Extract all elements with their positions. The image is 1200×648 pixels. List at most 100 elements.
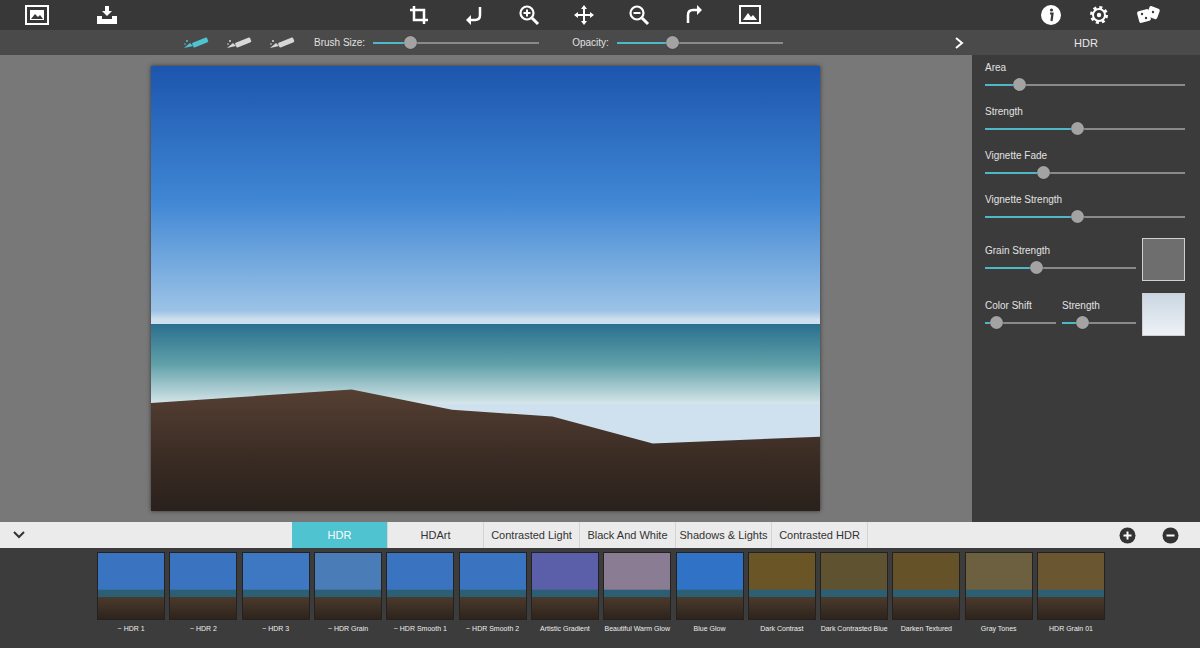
preset-label: Gray Tones — [964, 625, 1034, 633]
slider-control: Area — [985, 62, 1185, 92]
preset-tab-bar: HDRHDArtContrasted LightBlack And WhiteS… — [0, 522, 1200, 548]
preset-preview — [892, 552, 960, 620]
preset-preview — [531, 552, 599, 620]
control-slider[interactable] — [1062, 316, 1136, 330]
preset-tab[interactable]: Contrasted Light — [484, 522, 580, 548]
preset-label: ~ HDR 3 — [241, 625, 311, 633]
preset-label: ~ HDR Grain — [313, 625, 383, 633]
adjustments-panel: Area Strength Vignette Fade Vignette Streng… — [972, 55, 1200, 522]
preset-preview — [1037, 552, 1105, 620]
control-slider[interactable] — [985, 78, 1185, 92]
preset-preview — [603, 552, 671, 620]
preset-tab[interactable]: HDR — [292, 522, 388, 548]
preset-thumbnail[interactable]: Dark Contrasted Blue — [818, 552, 890, 648]
panel-title: HDR — [972, 30, 1200, 55]
pair-control: Color Shift Strength — [985, 293, 1185, 336]
preset-thumbnail[interactable]: Artistic Gradient — [529, 552, 601, 648]
add-preset-icon[interactable] — [1119, 527, 1136, 544]
preset-thumbnail[interactable]: Dark Contrast — [746, 552, 818, 648]
preset-tab[interactable]: Contrasted HDR — [772, 522, 868, 548]
control-label: Strength — [1062, 300, 1136, 312]
preset-preview — [97, 552, 165, 620]
remove-preset-icon[interactable] — [1162, 527, 1179, 544]
settings-gear-icon[interactable] — [1088, 4, 1110, 26]
info-icon[interactable] — [1040, 4, 1062, 26]
control-label: Grain Strength — [985, 245, 1136, 257]
control-label: Color Shift — [985, 300, 1056, 312]
control-slider[interactable] — [985, 316, 1056, 330]
preset-strip: ~ HDR 1~ HDR 2~ HDR 3~ HDR Grain~ HDR Sm… — [0, 548, 1200, 648]
preset-thumbnail[interactable]: HDR Grain 01 — [1035, 552, 1107, 648]
preset-preview — [820, 552, 888, 620]
slider-control: Vignette Strength — [985, 194, 1185, 224]
preset-thumbnail[interactable]: Gray Tones — [963, 552, 1035, 648]
preset-preview — [676, 552, 744, 620]
preset-thumbnail[interactable]: ~ HDR Smooth 2 — [456, 552, 528, 648]
preset-thumbnail[interactable]: Darken Textured — [890, 552, 962, 648]
open-image-icon[interactable] — [24, 4, 50, 26]
preset-label: Blue Glow — [675, 625, 745, 633]
move-icon[interactable] — [573, 4, 595, 26]
preset-tab[interactable]: Shadows & Lights — [676, 522, 772, 548]
preset-preview — [314, 552, 382, 620]
preset-label: ~ HDR 2 — [168, 625, 238, 633]
preset-tab[interactable]: HDArt — [388, 522, 484, 548]
save-icon[interactable] — [94, 4, 120, 26]
preset-thumbnail[interactable]: Beautiful Warm Glow — [601, 552, 673, 648]
preset-label: Beautiful Warm Glow — [602, 625, 672, 633]
top-toolbar — [0, 0, 1200, 30]
preset-label: ~ HDR 1 — [96, 625, 166, 633]
preset-tab[interactable]: Black And White — [580, 522, 676, 548]
preset-label: Artistic Gradient — [530, 625, 600, 633]
canvas-area — [0, 55, 972, 522]
collapse-presets-icon[interactable] — [12, 530, 26, 540]
preset-label: HDR Grain 01 — [1036, 625, 1106, 633]
preset-thumbnail[interactable]: ~ HDR 1 — [95, 552, 167, 648]
slider-control: Strength — [985, 106, 1185, 136]
compare-image-icon[interactable] — [738, 4, 762, 26]
random-dice-icon[interactable] — [1136, 4, 1162, 26]
preset-thumbnail[interactable]: ~ HDR Smooth 1 — [384, 552, 456, 648]
control-slider[interactable] — [985, 261, 1136, 275]
photo[interactable] — [151, 66, 820, 511]
control-label: Area — [985, 62, 1185, 74]
swatch-control: Grain Strength — [985, 238, 1185, 281]
redo-icon[interactable] — [683, 4, 705, 26]
brush-icon[interactable] — [225, 36, 255, 50]
opacity-slider[interactable] — [617, 36, 783, 50]
brush-icon[interactable] — [268, 36, 298, 50]
preset-preview — [169, 552, 237, 620]
color-swatch[interactable] — [1142, 238, 1185, 281]
preset-label: Darken Textured — [891, 625, 961, 633]
preset-thumbnail[interactable]: ~ HDR 2 — [167, 552, 239, 648]
preset-preview — [242, 552, 310, 620]
control-label: Vignette Fade — [985, 150, 1185, 162]
preset-preview — [459, 552, 527, 620]
preset-label: ~ HDR Smooth 2 — [458, 625, 528, 633]
undo-icon[interactable] — [463, 4, 485, 26]
brush-size-label: Brush Size: — [314, 37, 365, 48]
opacity-label: Opacity: — [572, 37, 609, 48]
preset-label: Dark Contrast — [747, 625, 817, 633]
preset-preview — [386, 552, 454, 620]
zoom-in-icon[interactable] — [518, 4, 540, 26]
slider-control: Vignette Fade — [985, 150, 1185, 180]
preset-label: ~ HDR Smooth 1 — [385, 625, 455, 633]
control-label: Vignette Strength — [985, 194, 1185, 206]
control-slider[interactable] — [985, 210, 1185, 224]
preset-preview — [748, 552, 816, 620]
control-slider[interactable] — [985, 166, 1185, 180]
photo-editor: Brush Size: Opacity: HDR Area Strength Vignet… — [0, 0, 1200, 648]
preset-preview — [965, 552, 1033, 620]
zoom-out-icon[interactable] — [628, 4, 650, 26]
control-slider[interactable] — [985, 122, 1185, 136]
brush-icon[interactable] — [182, 36, 212, 50]
preset-thumbnail[interactable]: ~ HDR 3 — [240, 552, 312, 648]
color-swatch[interactable] — [1142, 293, 1185, 336]
brush-size-slider[interactable] — [373, 36, 539, 50]
control-label: Strength — [985, 106, 1185, 118]
preset-thumbnail[interactable]: ~ HDR Grain — [312, 552, 384, 648]
preset-thumbnail[interactable]: Blue Glow — [673, 552, 745, 648]
collapse-panel-icon[interactable] — [954, 36, 964, 50]
crop-icon[interactable] — [408, 4, 430, 26]
